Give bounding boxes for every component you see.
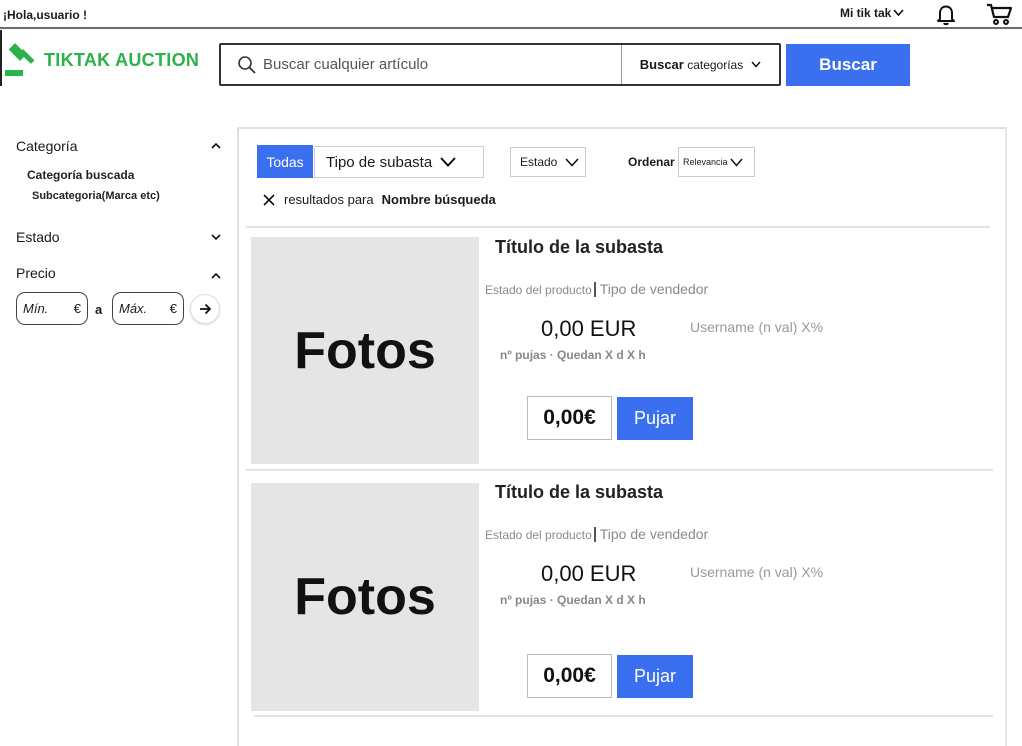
- divider: [254, 715, 993, 717]
- sidebar-precio-title: Precio: [16, 265, 56, 281]
- bell-icon[interactable]: [934, 2, 958, 26]
- chevron-down-icon: [565, 157, 579, 167]
- listing-meta: Estado del producto Tipo de vendedor: [485, 526, 708, 542]
- listing-price: 0,00 EUR: [541, 561, 637, 586]
- product-state: Estado del producto: [485, 283, 592, 297]
- arrow-right-icon: [200, 303, 212, 315]
- search-icon: [238, 55, 256, 74]
- listing-price: 0,00 EUR: [541, 316, 637, 341]
- auction-type-dropdown[interactable]: Tipo de subasta: [314, 146, 484, 178]
- divider: [246, 226, 990, 228]
- max-price-field[interactable]: Máx. €: [112, 292, 184, 325]
- max-price-label: Máx.: [119, 301, 148, 316]
- category-dropdown-label: Buscar categorías: [639, 57, 744, 72]
- state-dropdown-label: Estado: [520, 155, 558, 169]
- sidebar-category-header[interactable]: Categoría: [16, 138, 222, 154]
- listing-title[interactable]: Título de la subasta: [495, 482, 663, 503]
- state-dropdown[interactable]: Estado: [510, 147, 586, 177]
- chevron-down-icon: [751, 61, 761, 68]
- account-menu-label: Mi tik tak: [840, 6, 892, 20]
- chevron-down-icon: [440, 157, 456, 167]
- auction-type-label: Tipo de subasta: [326, 153, 433, 171]
- tab-todas[interactable]: Todas: [257, 145, 313, 178]
- search-input[interactable]: [263, 56, 613, 73]
- seller-type: Tipo de vendedor: [599, 281, 709, 297]
- seller-type: Tipo de vendedor: [599, 526, 709, 542]
- listing-photo[interactable]: Fotos: [251, 237, 479, 464]
- bid-amount-input[interactable]: 0,00€: [527, 654, 612, 698]
- chevron-down-icon: [729, 158, 743, 167]
- listing-photo[interactable]: Fotos: [251, 483, 479, 711]
- logo[interactable]: TIKTAK AUCTION: [4, 42, 199, 78]
- results-prefix: resultados para: [284, 192, 374, 207]
- logo-text: TIKTAK AUCTION: [44, 49, 200, 70]
- top-bar: ¡Hola,usuario ! Mi tik tak: [0, 0, 1022, 29]
- search-bar: Buscar categorías: [219, 43, 781, 86]
- bid-amount-input[interactable]: 0,00€: [527, 396, 612, 440]
- results-query: Nombre búsqueda: [381, 192, 496, 207]
- sort-label: Ordenar: [628, 155, 675, 169]
- seller-username[interactable]: Username (n val) X%: [690, 319, 823, 335]
- price-range-separator: a: [95, 302, 103, 317]
- account-menu[interactable]: Mi tik tak: [840, 6, 904, 20]
- apply-price-button[interactable]: [190, 294, 220, 324]
- gavel-icon: [5, 43, 35, 76]
- seller-username[interactable]: Username (n val) X%: [690, 564, 823, 580]
- sidebar-category-title: Categoría: [16, 138, 78, 154]
- search-button[interactable]: Buscar: [786, 44, 910, 86]
- divider: [246, 469, 993, 471]
- listing-title[interactable]: Título de la subasta: [495, 237, 663, 258]
- results-summary: resultados para Nombre búsqueda: [262, 192, 496, 207]
- min-price-label: Mín.: [23, 301, 49, 316]
- close-icon[interactable]: [262, 193, 276, 207]
- bid-button[interactable]: Pujar: [617, 397, 693, 440]
- min-price-field[interactable]: Mín. €: [16, 292, 88, 325]
- listing-bids-info: nº pujas · Quedan X d X h: [500, 348, 646, 362]
- product-state: Estado del producto: [485, 528, 592, 542]
- category-dropdown[interactable]: Buscar categorías: [621, 45, 779, 84]
- greeting-text: ¡Hola,usuario !: [3, 8, 88, 22]
- sidebar-subcategory[interactable]: Subcategoria(Marca etc): [32, 190, 160, 202]
- sidebar-estado-header[interactable]: Estado: [16, 229, 222, 245]
- sort-value: Relevancia: [683, 157, 728, 167]
- chevron-down-icon: [211, 234, 221, 241]
- chevron-down-icon: [893, 9, 904, 17]
- sidebar-precio-header[interactable]: Precio: [16, 264, 222, 282]
- chevron-up-icon: [211, 142, 221, 149]
- listing-bids-info: nº pujas · Quedan X d X h: [500, 593, 646, 607]
- currency-symbol: €: [169, 301, 177, 316]
- currency-symbol: €: [73, 301, 81, 316]
- chevron-up-icon: [211, 272, 221, 279]
- page-edge: [0, 30, 2, 86]
- sidebar-category-searched[interactable]: Categoría buscada: [27, 168, 134, 182]
- sort-dropdown[interactable]: Relevancia: [678, 147, 755, 177]
- listing-meta: Estado del producto Tipo de vendedor: [485, 281, 708, 297]
- sidebar-estado-title: Estado: [16, 229, 60, 245]
- cart-icon[interactable]: [985, 2, 1013, 26]
- bid-button[interactable]: Pujar: [617, 655, 693, 698]
